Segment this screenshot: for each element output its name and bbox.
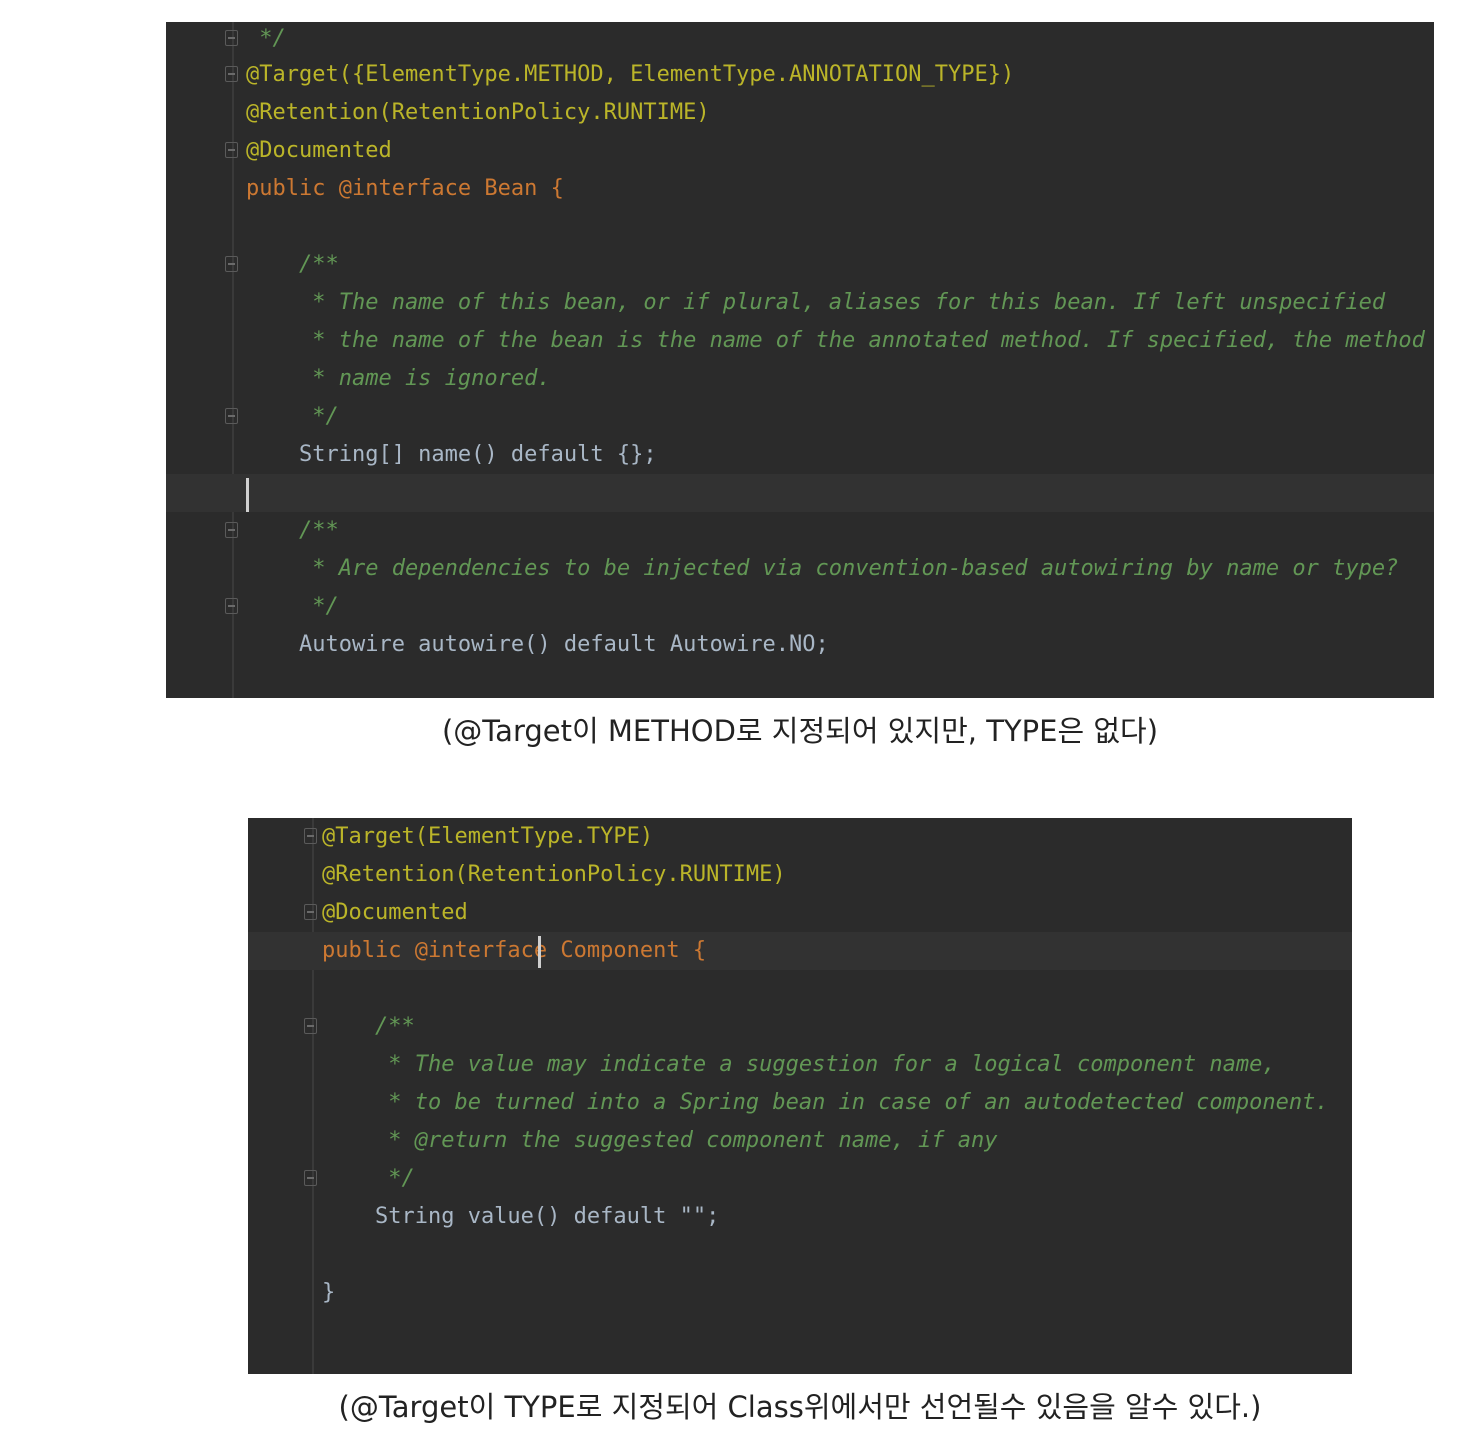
code-line: @Target({ElementType.METHOD, ElementType… xyxy=(166,56,1434,94)
code-line: @Retention(RetentionPolicy.RUNTIME) xyxy=(322,862,786,887)
code-line: * The name of this bean, or if plural, a… xyxy=(246,290,1386,315)
code-line: /** xyxy=(246,252,339,277)
code-line: * Are dependencies to be injected via co… xyxy=(246,556,1399,581)
text-caret xyxy=(538,936,541,968)
figure-caption: (@Target이 METHOD로 지정되어 있지만, TYPE은 없다) xyxy=(441,714,1159,748)
code-editor-component[interactable]: @Target(ElementType.TYPE) @Retention(Ret… xyxy=(248,818,1352,1374)
code-line: String value() default ""; xyxy=(322,1204,720,1229)
code-line: */ xyxy=(246,26,286,51)
code-line: /** xyxy=(246,518,339,543)
code-line: @Retention(RetentionPolicy.RUNTIME) xyxy=(246,100,710,125)
code-line: Autowire autowire() default Autowire.NO; xyxy=(246,632,829,657)
code-line: public @interface Bean { xyxy=(246,176,564,201)
code-line: /** xyxy=(322,1014,415,1039)
code-line: @Documented xyxy=(246,138,392,163)
text-caret xyxy=(246,478,249,512)
code-line: * to be turned into a Spring bean in cas… xyxy=(322,1090,1329,1115)
code-line: * @return the suggested component name, … xyxy=(322,1128,998,1153)
code-line: * the name of the bean is the name of th… xyxy=(246,328,1425,353)
code-line-current[interactable] xyxy=(166,474,1434,512)
code-line: */ xyxy=(246,594,339,619)
figure-caption: (@Target이 TYPE로 지정되어 Class위에서만 선언될수 있음을 … xyxy=(338,1390,1262,1424)
code-line: @Target(ElementType.TYPE) xyxy=(322,824,654,849)
code-line-text: @Target({ElementType.METHOD, ElementType… xyxy=(246,62,1015,87)
code-line-current[interactable]: public @interface Component { xyxy=(248,932,1352,970)
code-line: */ xyxy=(322,1166,415,1191)
code-line: * name is ignored. xyxy=(246,366,551,391)
code-line: */ xyxy=(246,404,339,429)
code-editor-bean[interactable]: */ @Target({ElementType.METHOD, ElementT… xyxy=(166,22,1434,698)
code-line: @Documented xyxy=(322,900,468,925)
code-line: } xyxy=(322,1280,336,1305)
code-line: * The value may indicate a suggestion fo… xyxy=(322,1052,1276,1077)
code-line: String[] name() default {}; xyxy=(246,442,657,467)
